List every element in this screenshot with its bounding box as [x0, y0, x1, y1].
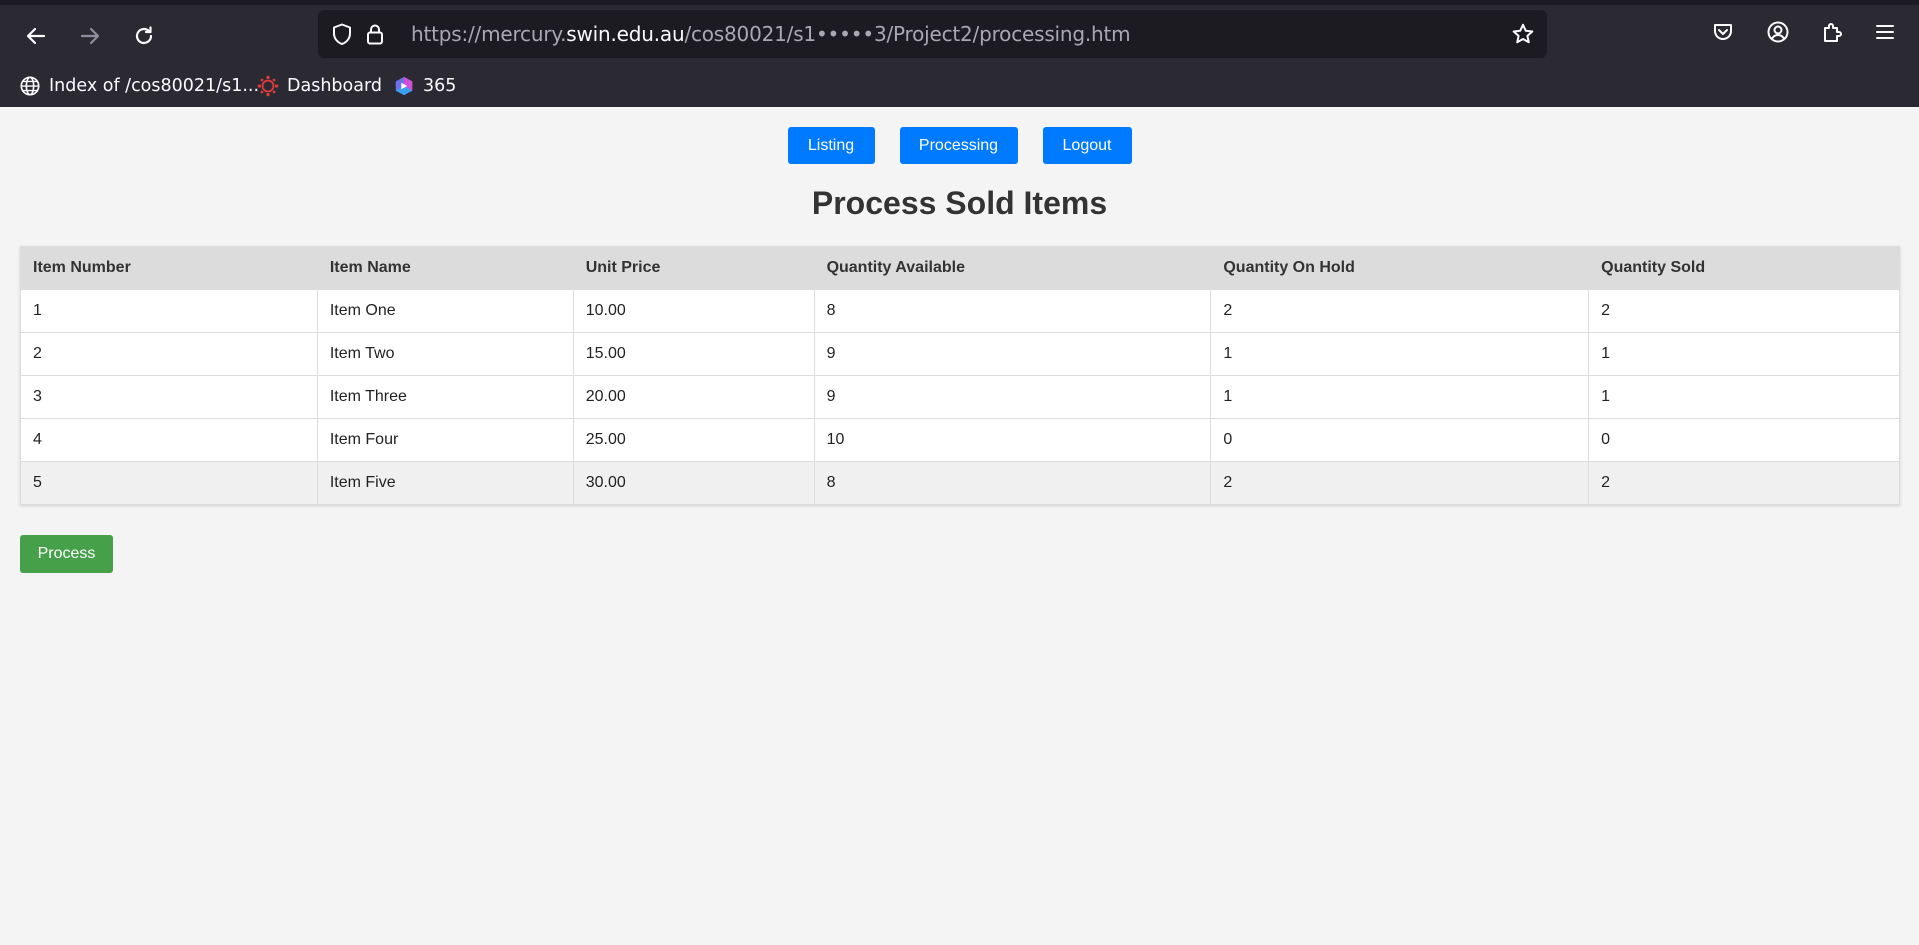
url-domain: swin.edu.au [566, 22, 685, 46]
cell-quantity-available: 8 [813, 289, 1212, 333]
header-unit-price: Unit Price [572, 246, 815, 290]
table-header-row: Item Number Item Name Unit Price Quantit… [20, 246, 1900, 290]
url-redacted: ••••• [815, 22, 874, 46]
cell-quantity-sold: 2 [1588, 289, 1900, 333]
cell-quantity-available: 10 [813, 418, 1212, 462]
header-item-number: Item Number [20, 246, 318, 290]
page-title: Process Sold Items [811, 185, 1108, 221]
header-quantity-on-hold: Quantity On Hold [1210, 246, 1590, 290]
listing-button[interactable]: Listing [787, 127, 875, 164]
globe-icon [20, 76, 40, 96]
cell-item-number: 2 [20, 332, 318, 376]
cell-quantity-sold: 2 [1588, 461, 1900, 505]
extensions-button[interactable] [1818, 18, 1846, 46]
cell-quantity-sold: 0 [1588, 418, 1900, 462]
cell-item-number: 3 [20, 375, 318, 419]
cell-item-number: 5 [20, 461, 318, 505]
pocket-button[interactable] [1709, 18, 1737, 46]
star-icon[interactable] [1511, 22, 1535, 46]
header-quantity-sold: Quantity Sold [1588, 246, 1900, 290]
menu-button[interactable] [1871, 18, 1899, 46]
address-bar[interactable]: https://mercury.swin.edu.au/cos80021/s1•… [318, 10, 1547, 58]
cell-item-name: Item One [316, 289, 574, 333]
lock-icon[interactable] [363, 22, 387, 46]
canvas-logo-icon [257, 75, 279, 97]
cell-unit-price: 20.00 [572, 375, 815, 419]
cell-unit-price: 10.00 [572, 289, 815, 333]
bookmark-label: Dashboard [287, 76, 382, 96]
cell-item-name: Item Four [316, 418, 574, 462]
cell-item-name: Item Three [316, 375, 574, 419]
arrow-left-icon [26, 27, 46, 45]
microsoft-365-icon [395, 76, 413, 96]
page-content: Listing Processing Logout Process Sold I… [0, 107, 1919, 945]
bookmark-label: 365 [423, 76, 457, 96]
cell-item-number: 4 [20, 418, 318, 462]
url-prefix: https://mercury. [411, 22, 567, 46]
cell-quantity-available: 8 [813, 461, 1212, 505]
account-icon [1767, 21, 1789, 43]
reload-icon [135, 26, 153, 45]
cell-quantity-sold: 1 [1588, 332, 1900, 376]
cell-quantity-on-hold: 1 [1210, 332, 1590, 376]
cell-quantity-on-hold: 2 [1210, 289, 1590, 333]
browser-chrome: https://mercury.swin.edu.au/cos80021/s1•… [0, 0, 1919, 107]
cell-unit-price: 15.00 [572, 332, 815, 376]
header-quantity-available: Quantity Available [813, 246, 1212, 290]
reload-button[interactable] [124, 16, 164, 56]
bookmark-index[interactable]: Index of /cos80021/s1... [19, 70, 259, 102]
logout-button[interactable]: Logout [1042, 127, 1132, 164]
cell-quantity-on-hold: 1 [1210, 375, 1590, 419]
table-row: 3 Item Three 20.00 9 1 1 [20, 375, 1900, 419]
cell-quantity-available: 9 [813, 332, 1212, 376]
items-table-container: Item Number Item Name Unit Price Quantit… [20, 246, 1900, 505]
process-button[interactable]: Process [20, 535, 113, 573]
puzzle-icon [1824, 23, 1842, 42]
cell-quantity-on-hold: 2 [1210, 461, 1590, 505]
cell-unit-price: 25.00 [572, 418, 815, 462]
url-text[interactable]: https://mercury.swin.edu.au/cos80021/s1•… [411, 10, 1131, 58]
table-row: 5 Item Five 30.00 8 2 2 [20, 461, 1900, 505]
bookmark-dashboard[interactable]: Dashboard [257, 70, 382, 102]
pocket-icon [1714, 24, 1732, 40]
items-table: Item Number Item Name Unit Price Quantit… [20, 246, 1900, 505]
url-suffix: 3/Project2/processing.htm [873, 22, 1131, 46]
cell-quantity-available: 9 [813, 375, 1212, 419]
cell-item-name: Item Two [316, 332, 574, 376]
forward-button[interactable] [70, 16, 110, 56]
cell-item-name: Item Five [316, 461, 574, 505]
back-button[interactable] [16, 16, 56, 56]
bookmark-label: Index of /cos80021/s1... [49, 76, 260, 96]
cell-item-number: 1 [20, 289, 318, 333]
header-item-name: Item Name [316, 246, 574, 290]
account-button[interactable] [1764, 18, 1792, 46]
tab-strip-edge [0, 0, 1919, 5]
arrow-right-icon [80, 27, 100, 45]
top-navigation: Listing Processing Logout [0, 127, 1919, 164]
cell-unit-price: 30.00 [572, 461, 815, 505]
cell-quantity-on-hold: 0 [1210, 418, 1590, 462]
shield-icon[interactable] [330, 22, 354, 46]
bookmark-365[interactable]: 365 [393, 70, 456, 102]
table-row: 2 Item Two 15.00 9 1 1 [20, 332, 1900, 376]
table-row: 1 Item One 10.00 8 2 2 [20, 289, 1900, 333]
table-row: 4 Item Four 25.00 10 0 0 [20, 418, 1900, 462]
processing-button[interactable]: Processing [899, 127, 1018, 164]
hamburger-menu-icon [1876, 25, 1894, 39]
url-path: /cos80021/s1 [684, 22, 816, 46]
cell-quantity-sold: 1 [1588, 375, 1900, 419]
